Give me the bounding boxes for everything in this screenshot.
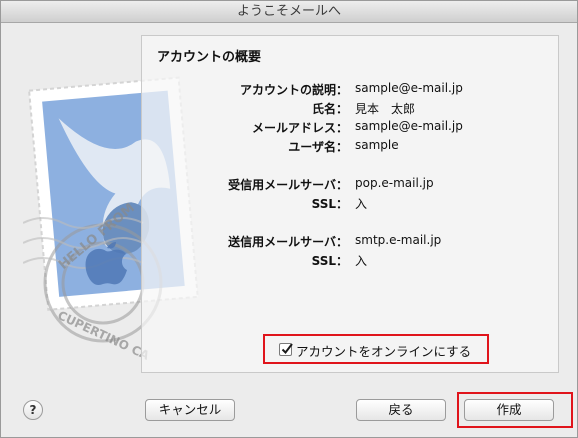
mail-setup-window: ようこそメールへ HELLO FROM CUPERTINO CA アカウントの概… [0, 0, 578, 438]
online-checkbox-label[interactable]: アカウントをオンラインにする [296, 341, 471, 360]
summary-row-incoming-server: 受信用メールサーバ： pop.e-mail.jp [142, 176, 560, 194]
summary-row-incoming-ssl: SSL： 入 [142, 195, 560, 213]
panel-title: アカウントの概要 [157, 50, 262, 65]
row-value: sample [355, 138, 399, 152]
row-label: メールアドレス： [251, 121, 348, 135]
row-value: 入 [355, 254, 368, 268]
row-label: 送信用メールサーバ： [228, 235, 348, 249]
help-button[interactable]: ? [23, 400, 43, 420]
summary-row-outgoing-ssl: SSL： 入 [142, 252, 560, 270]
online-checkbox-highlight: アカウントをオンラインにする [263, 334, 489, 364]
row-value: 入 [355, 197, 368, 211]
row-value: pop.e-mail.jp [355, 176, 434, 190]
create-button[interactable]: 作成 [464, 399, 554, 421]
cancel-button[interactable]: キャンセル [145, 399, 235, 421]
row-label: 受信用メールサーバ： [228, 178, 348, 192]
stamp-text-bottom: CUPERTINO CA [55, 308, 152, 363]
checkmark-icon [281, 343, 293, 355]
row-value: sample@e-mail.jp [355, 119, 463, 133]
row-value: sample@e-mail.jp [355, 81, 463, 95]
row-label: SSL： [311, 254, 348, 268]
account-summary-panel: アカウントの概要 アカウントの説明： sample@e-mail.jp 氏名： … [141, 35, 559, 373]
summary-row-outgoing-server: 送信用メールサーバ： smtp.e-mail.jp [142, 233, 560, 251]
online-checkbox[interactable] [279, 343, 293, 356]
summary-row-name: 氏名： 見本 太郎 [142, 100, 560, 118]
summary-row-email: メールアドレス： sample@e-mail.jp [142, 119, 560, 137]
back-button[interactable]: 戻る [356, 399, 446, 421]
row-label: ユーザ名： [288, 140, 348, 154]
row-label: SSL： [311, 197, 348, 211]
row-value: 見本 太郎 [355, 102, 416, 116]
summary-row-username: ユーザ名： sample [142, 138, 560, 156]
row-label: 氏名： [311, 102, 348, 116]
summary-row-description: アカウントの説明： sample@e-mail.jp [142, 81, 560, 99]
row-value: smtp.e-mail.jp [355, 233, 442, 247]
row-label: アカウントの説明： [239, 83, 348, 97]
window-title: ようこそメールへ [1, 1, 577, 23]
